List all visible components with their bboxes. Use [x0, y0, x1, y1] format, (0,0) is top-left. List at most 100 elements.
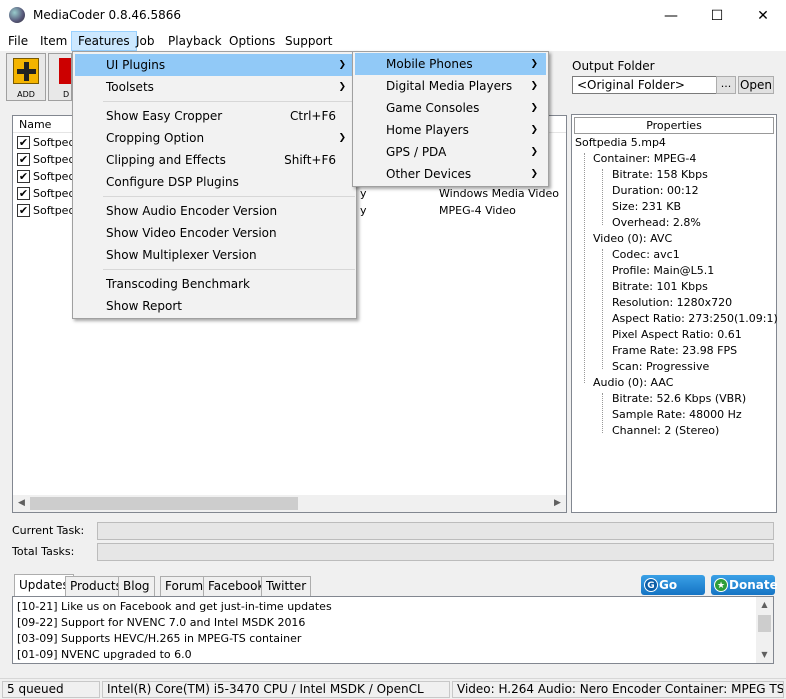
- menu-file[interactable]: File: [2, 31, 34, 51]
- menu-item-dsp-plugins[interactable]: Configure DSP Plugins: [75, 171, 354, 193]
- delete-icon: [59, 58, 71, 84]
- menu-job[interactable]: Job: [130, 31, 161, 51]
- prop-audio[interactable]: Audio (0): AAC: [593, 376, 673, 389]
- menu-item-clipping-effects[interactable]: Clipping and Effects Shift+F6: [75, 149, 354, 171]
- row-checkbox[interactable]: ✔: [17, 136, 30, 149]
- menu-item-ui-plugins[interactable]: UI Plugins ❯: [75, 54, 354, 76]
- row-partial-col: y: [360, 204, 367, 217]
- prop-container[interactable]: Container: MPEG-4: [593, 152, 696, 165]
- prop-item: Bitrate: 158 Kbps: [612, 168, 708, 181]
- title-bar: MediaCoder 0.8.46.5866 — ☐ ✕: [0, 0, 786, 31]
- submenu-arrow-icon: ❯: [530, 103, 538, 113]
- menu-options[interactable]: Options: [223, 31, 281, 51]
- status-queued: 5 queued: [2, 681, 100, 698]
- menu-item-cropping-option[interactable]: Cropping Option ❯: [75, 127, 354, 149]
- row-checkbox[interactable]: ✔: [17, 187, 30, 200]
- menu-item-label: Show Easy Cropper: [106, 109, 223, 123]
- row-name: Softped: [33, 153, 76, 166]
- status-bar: 5 queued Intel(R) Core(TM) i5-3470 CPU /…: [0, 678, 786, 699]
- news-line: [10-21] Like us on Facebook and get just…: [17, 600, 332, 613]
- row-name: Softped: [33, 136, 76, 149]
- menu-item-show-report[interactable]: Show Report: [75, 295, 354, 317]
- menu-features[interactable]: Features: [71, 31, 137, 51]
- row-name: Softped: [33, 204, 76, 217]
- total-tasks-progress: [97, 543, 774, 561]
- add-button[interactable]: ADD: [6, 53, 46, 101]
- menu-support[interactable]: Support: [279, 31, 338, 51]
- menu-item-label: Transcoding Benchmark: [106, 277, 250, 291]
- submenu-item-other-devices[interactable]: Other Devices ❯: [355, 163, 546, 185]
- menu-playback[interactable]: Playback: [162, 31, 228, 51]
- prop-item: Pixel Aspect Ratio: 0.61: [612, 328, 742, 341]
- tree-line: [602, 249, 603, 369]
- window-title: MediaCoder 0.8.46.5866: [33, 8, 182, 22]
- file-list-hscrollbar[interactable]: ◀ ▶: [13, 495, 566, 512]
- menu-item-multiplexer-version[interactable]: Show Multiplexer Version: [75, 244, 354, 266]
- news-panel[interactable]: [10-21] Like us on Facebook and get just…: [12, 596, 774, 664]
- prop-video[interactable]: Video (0): AVC: [593, 232, 672, 245]
- prop-item: Bitrate: 101 Kbps: [612, 280, 708, 293]
- submenu-arrow-icon: ❯: [530, 125, 538, 135]
- news-line: [01-09] NVENC upgraded to 6.0: [17, 648, 192, 661]
- row-checkbox[interactable]: ✔: [17, 170, 30, 183]
- menu-item-easy-cropper[interactable]: Show Easy Cropper Ctrl+F6: [75, 105, 354, 127]
- row-name: Softped: [33, 187, 76, 200]
- open-button[interactable]: Open: [738, 76, 774, 94]
- delete-button[interactable]: D: [48, 53, 72, 101]
- submenu-arrow-icon: ❯: [338, 133, 346, 143]
- prop-item: Frame Rate: 23.98 FPS: [612, 344, 738, 357]
- tab-blog[interactable]: Blog: [118, 576, 155, 596]
- current-task-progress: [97, 522, 774, 540]
- menu-shortcut: Ctrl+F6: [290, 109, 336, 123]
- vscroll-thumb[interactable]: [758, 615, 771, 632]
- properties-header[interactable]: Properties: [574, 117, 774, 134]
- scroll-down-icon[interactable]: ▼: [756, 647, 773, 663]
- column-name[interactable]: Name: [19, 118, 51, 131]
- news-line: [09-22] Support for NVENC 7.0 and Intel …: [17, 616, 306, 629]
- scroll-left-icon[interactable]: ◀: [13, 495, 30, 512]
- row-checkbox[interactable]: ✔: [17, 153, 30, 166]
- browse-button[interactable]: ...: [716, 76, 736, 94]
- menu-separator: [103, 101, 355, 102]
- output-folder-field[interactable]: <Original Folder>: [572, 76, 733, 94]
- menu-item-transcoding-benchmark[interactable]: Transcoding Benchmark: [75, 273, 354, 295]
- menu-item-video-encoder-version[interactable]: Show Video Encoder Version: [75, 222, 354, 244]
- menu-item-label: UI Plugins: [106, 58, 166, 72]
- submenu-item-digital-media-players[interactable]: Digital Media Players ❯: [355, 75, 546, 97]
- hscroll-thumb[interactable]: [30, 497, 298, 510]
- submenu-item-home-players[interactable]: Home Players ❯: [355, 119, 546, 141]
- submenu-item-mobile-phones[interactable]: Mobile Phones ❯: [355, 53, 546, 75]
- scroll-up-icon[interactable]: ▲: [756, 597, 773, 613]
- row-partial-col: y: [360, 187, 367, 200]
- submenu-arrow-icon: ❯: [338, 60, 346, 70]
- submenu-arrow-icon: ❯: [530, 147, 538, 157]
- tab-facebook[interactable]: Facebook: [203, 576, 270, 596]
- menu-item[interactable]: Item: [34, 31, 73, 51]
- row-checkbox[interactable]: ✔: [17, 204, 30, 217]
- prop-file[interactable]: Softpedia 5.mp4: [575, 136, 666, 149]
- submenu-item-game-consoles[interactable]: Game Consoles ❯: [355, 97, 546, 119]
- tab-forum[interactable]: Forum: [160, 576, 209, 596]
- close-button[interactable]: ✕: [740, 0, 786, 31]
- menu-item-label: Show Video Encoder Version: [106, 226, 277, 240]
- menu-item-toolsets[interactable]: Toolsets ❯: [75, 76, 354, 98]
- news-line: [03-09] Supports HEVC/H.265 in MPEG-TS c…: [17, 632, 302, 645]
- menu-item-label: Show Audio Encoder Version: [106, 204, 278, 218]
- go-pro-button[interactable]: G Go PRO: [641, 575, 705, 612]
- tab-twitter[interactable]: Twitter: [261, 576, 312, 596]
- features-menu: UI Plugins ❯ Toolsets ❯ Show Easy Croppe…: [72, 51, 357, 319]
- scroll-right-icon[interactable]: ▶: [549, 495, 566, 512]
- prop-item: Channel: 2 (Stereo): [612, 424, 720, 437]
- menu-item-label: Clipping and Effects: [106, 153, 226, 167]
- donate-button[interactable]: ★ Donate: [711, 575, 778, 595]
- minimize-button[interactable]: —: [648, 0, 694, 31]
- news-vscrollbar[interactable]: ▲ ▼: [756, 597, 773, 663]
- prop-item: Size: 231 KB: [612, 200, 682, 213]
- go-pro-icon: G: [644, 578, 658, 592]
- maximize-button[interactable]: ☐: [694, 0, 740, 31]
- menu-item-audio-encoder-version[interactable]: Show Audio Encoder Version: [75, 200, 354, 222]
- prop-item: Aspect Ratio: 273:250(1.09:1): [612, 312, 778, 325]
- submenu-item-gps-pda[interactable]: GPS / PDA ❯: [355, 141, 546, 163]
- submenu-arrow-icon: ❯: [530, 59, 538, 69]
- status-cpu: Intel(R) Core(TM) i5-3470 CPU / Intel MS…: [102, 681, 450, 698]
